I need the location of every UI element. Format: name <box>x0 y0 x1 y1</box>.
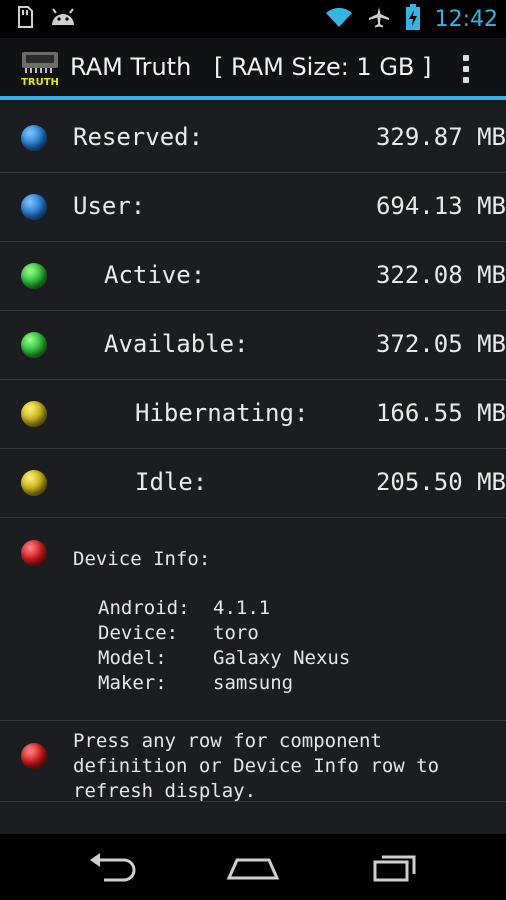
maker-key: Maker: <box>98 672 167 694</box>
android-version: 4.1.1 <box>213 597 271 619</box>
device-info-row[interactable]: Device Info: Android: 4.1.1 Device: toro M… <box>0 518 506 721</box>
row-value: 694.13 MB <box>375 192 506 220</box>
airplane-icon <box>367 5 391 33</box>
row-hibernating[interactable]: Hibernating: 166.55 MB <box>0 380 506 449</box>
wifi-icon <box>325 6 353 32</box>
help-text: Press any row for component definition o… <box>73 729 498 804</box>
help-row: Press any row for component definition o… <box>0 721 506 802</box>
back-icon[interactable] <box>84 848 144 888</box>
red-dot-icon <box>21 540 47 566</box>
row-active[interactable]: Active: 322.08 MB <box>0 242 506 311</box>
memory-list: Reserved: 329.87 MB User: 694.13 MB Acti… <box>0 104 506 802</box>
row-value: 372.05 MB <box>375 330 506 358</box>
green-dot-icon <box>21 263 47 289</box>
row-available[interactable]: Available: 372.05 MB <box>0 311 506 380</box>
help-line: Press any row for component <box>73 730 382 752</box>
action-bar-divider <box>0 96 506 100</box>
row-label: Hibernating: <box>135 399 309 427</box>
ram-size-label: [ RAM Size: 1 GB ] <box>214 53 432 81</box>
recent-apps-icon[interactable] <box>365 848 425 888</box>
blue-dot-icon <box>21 194 47 220</box>
action-bar: TRUTH RAM Truth [ RAM Size: 1 GB ] <box>0 38 506 100</box>
device-info-table: Android: 4.1.1 Device: toro Model: Galaxy N… <box>98 596 350 696</box>
help-line: definition or Device Info row to <box>73 755 440 777</box>
battery-charging-icon <box>405 4 421 34</box>
device-name: toro <box>213 622 259 644</box>
row-label: Reserved: <box>73 123 204 151</box>
row-value: 322.08 MB <box>375 261 506 289</box>
row-label: Available: <box>104 330 249 358</box>
navigation-bar <box>0 834 506 900</box>
device-info-title: Device Info: <box>73 548 211 570</box>
model-key: Model: <box>98 647 167 669</box>
row-value: 166.55 MB <box>375 399 506 427</box>
row-idle[interactable]: Idle: 205.50 MB <box>0 449 506 518</box>
yellow-dot-icon <box>21 470 47 496</box>
row-label: User: <box>73 192 146 220</box>
app-logo-icon: TRUTH <box>18 50 62 88</box>
green-dot-icon <box>21 332 47 358</box>
android-icon <box>50 7 76 31</box>
row-reserved[interactable]: Reserved: 329.87 MB <box>0 104 506 173</box>
android-key: Android: <box>98 597 190 619</box>
row-value: 329.87 MB <box>375 123 506 151</box>
blue-dot-icon <box>21 125 47 151</box>
status-bar: 12:42 <box>0 0 506 38</box>
app-title: RAM Truth <box>70 53 192 81</box>
row-label: Active: <box>104 261 206 289</box>
home-icon[interactable] <box>223 848 283 888</box>
model-name: Galaxy Nexus <box>213 647 351 669</box>
yellow-dot-icon <box>21 401 47 427</box>
row-value: 205.50 MB <box>375 468 506 496</box>
row-user[interactable]: User: 694.13 MB <box>0 173 506 242</box>
row-label: Idle: <box>135 468 208 496</box>
device-key: Device: <box>98 622 179 644</box>
overflow-menu-icon[interactable] <box>456 52 476 88</box>
app-logo-text: TRUTH <box>21 77 59 88</box>
sd-card-icon <box>16 6 34 32</box>
clock: 12:42 <box>434 6 498 32</box>
red-dot-icon <box>21 743 47 769</box>
maker-name: samsung <box>213 672 294 694</box>
help-line: refresh display. <box>73 780 257 802</box>
